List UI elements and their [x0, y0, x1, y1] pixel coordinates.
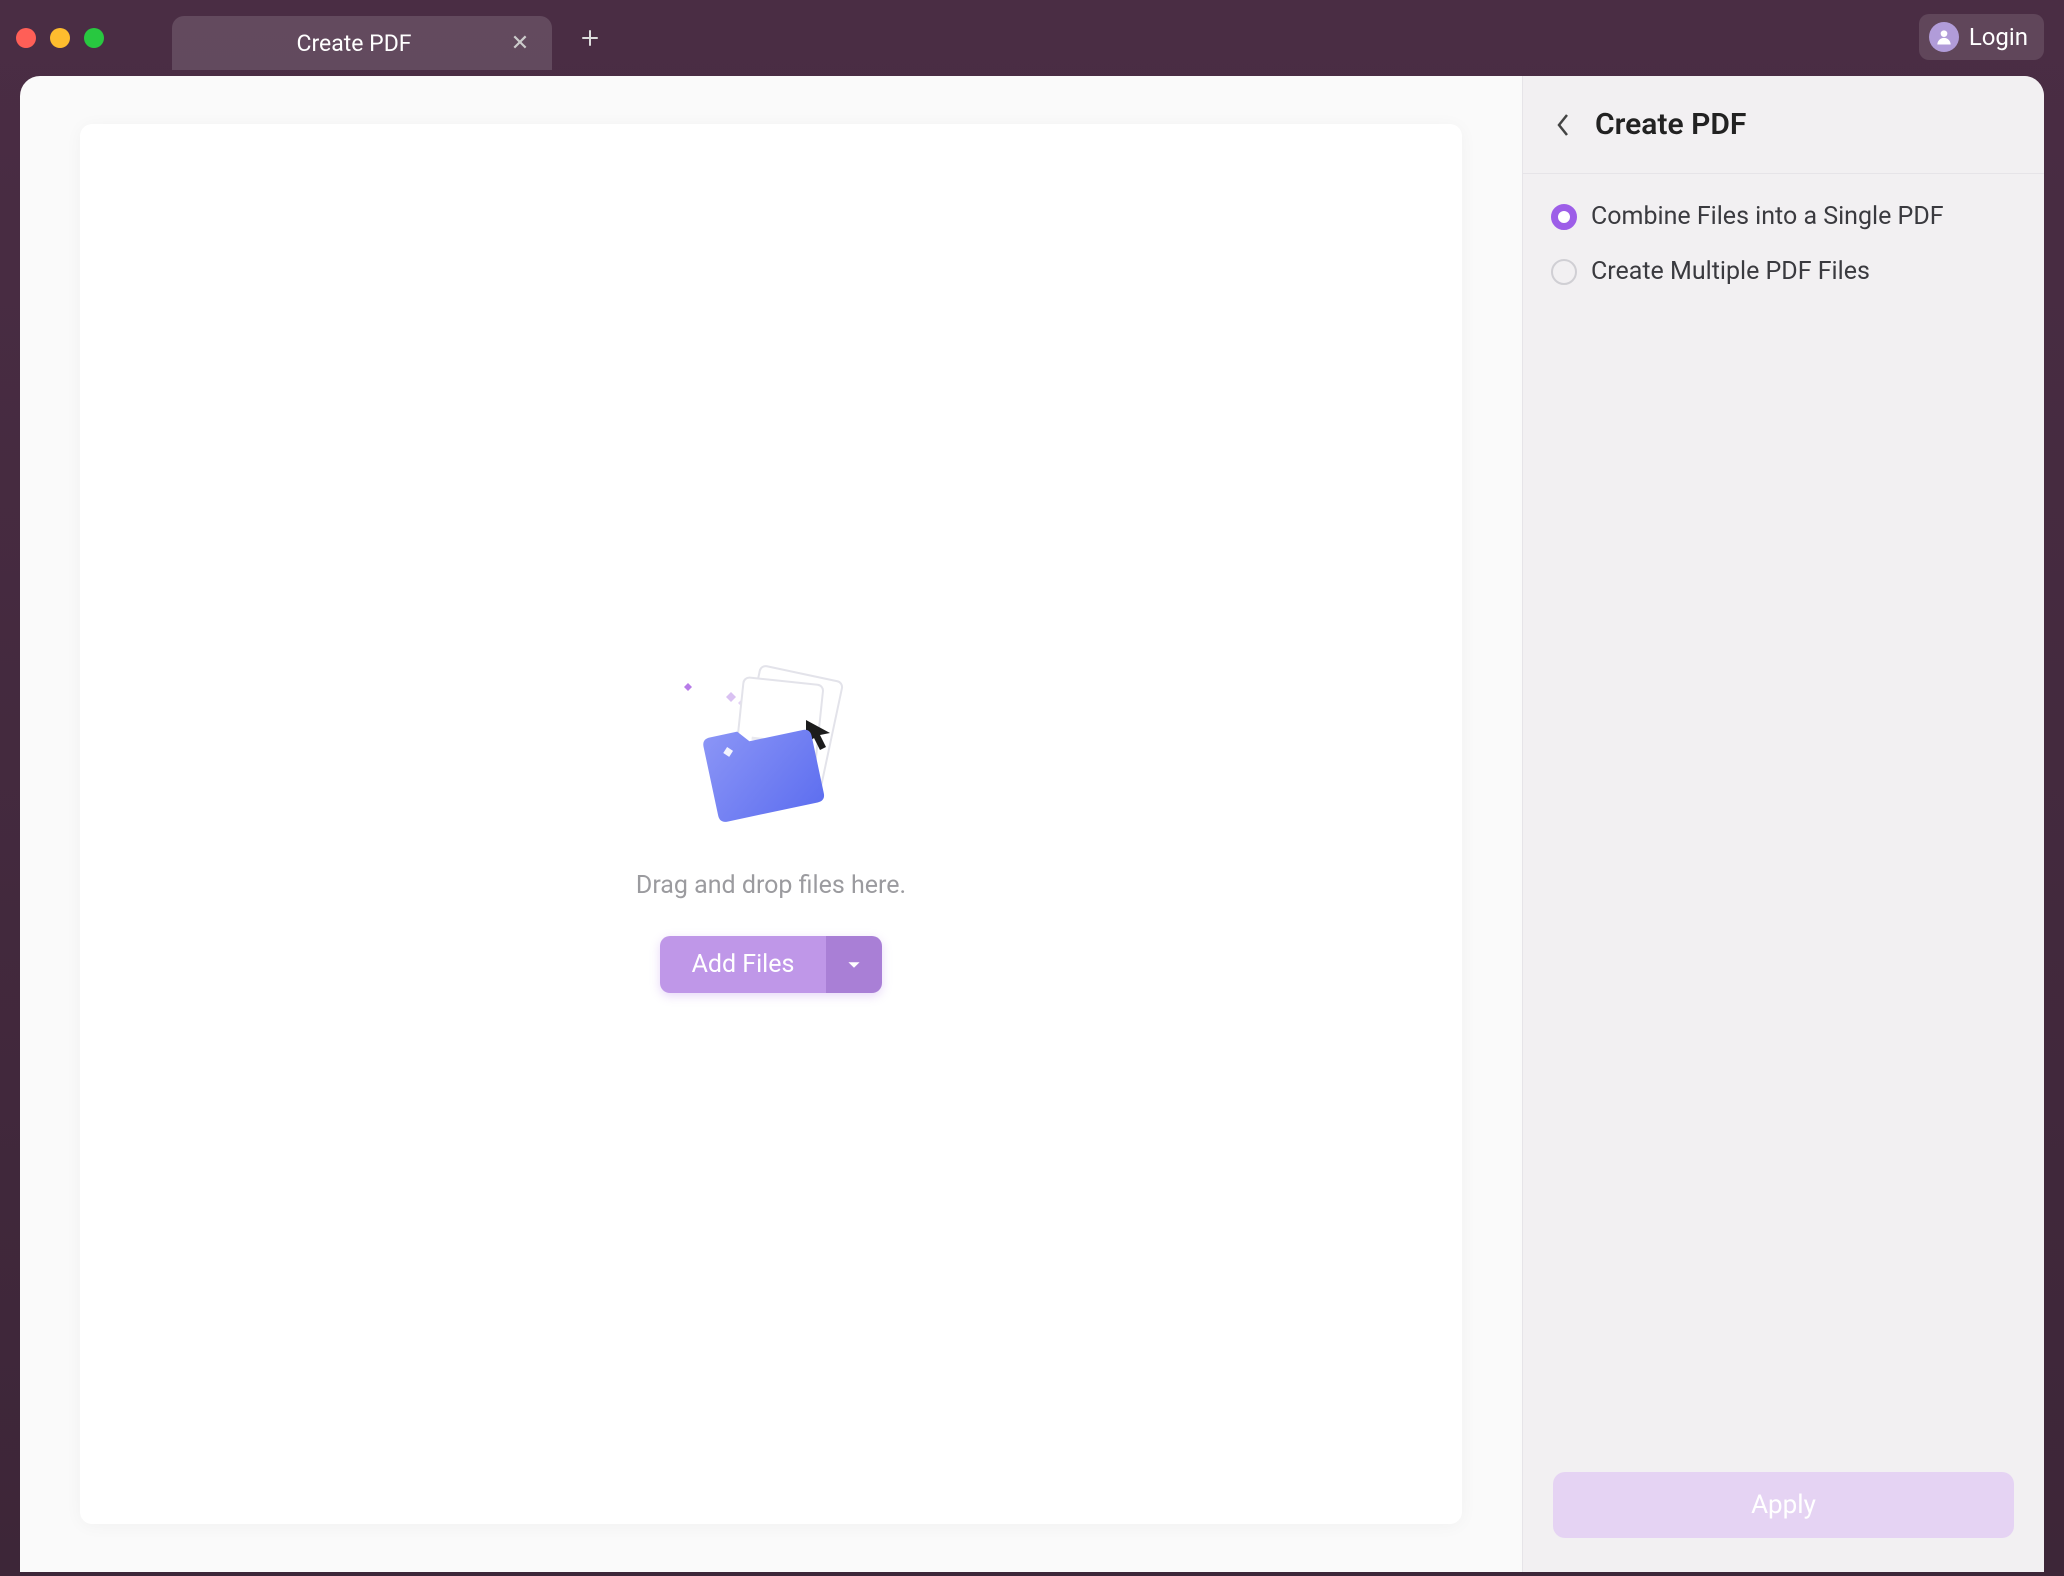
window-maximize-button[interactable]	[84, 28, 104, 48]
new-tab-button[interactable]	[574, 22, 606, 54]
content-wrapper: Aa	[20, 76, 2044, 1572]
login-label: Login	[1969, 23, 2028, 51]
side-panel-header: Create PDF	[1523, 76, 2044, 174]
add-files-button[interactable]: Add Files	[660, 936, 827, 993]
option-label: Create Multiple PDF Files	[1591, 257, 1870, 286]
side-panel-footer: Apply	[1523, 1444, 2044, 1572]
chevron-left-icon	[1555, 111, 1571, 139]
caret-down-icon	[847, 958, 861, 972]
radio-icon	[1551, 259, 1577, 285]
back-button[interactable]	[1549, 111, 1577, 139]
drop-hint-text: Drag and drop files here.	[636, 871, 906, 900]
side-panel-options: Combine Files into a Single PDF Create M…	[1523, 174, 2044, 314]
add-files-group: Add Files	[660, 936, 883, 993]
drop-illustration-icon: Aa	[666, 655, 876, 845]
option-combine-single-pdf[interactable]: Combine Files into a Single PDF	[1551, 202, 2016, 231]
tab-title: Create PDF	[200, 30, 508, 57]
add-files-dropdown-button[interactable]	[826, 936, 882, 993]
avatar-icon	[1929, 22, 1959, 52]
option-label: Combine Files into a Single PDF	[1591, 202, 1944, 231]
apply-button[interactable]: Apply	[1553, 1472, 2014, 1538]
tabs-area: Create PDF ✕	[172, 6, 606, 70]
plus-icon	[578, 26, 602, 50]
radio-icon	[1551, 204, 1577, 230]
window-close-button[interactable]	[16, 28, 36, 48]
window-controls	[16, 28, 104, 48]
login-button[interactable]: Login	[1919, 14, 2044, 60]
option-multiple-pdf-files[interactable]: Create Multiple PDF Files	[1551, 257, 2016, 286]
tab-create-pdf[interactable]: Create PDF ✕	[172, 16, 552, 70]
main-panel: Aa	[20, 76, 1522, 1572]
title-bar: Create PDF ✕ Login	[0, 0, 2064, 76]
side-panel-title: Create PDF	[1595, 107, 1746, 142]
window-minimize-button[interactable]	[50, 28, 70, 48]
close-tab-icon[interactable]: ✕	[508, 31, 532, 55]
drop-zone[interactable]: Aa	[80, 124, 1462, 1524]
side-panel: Create PDF Combine Files into a Single P…	[1522, 76, 2044, 1572]
